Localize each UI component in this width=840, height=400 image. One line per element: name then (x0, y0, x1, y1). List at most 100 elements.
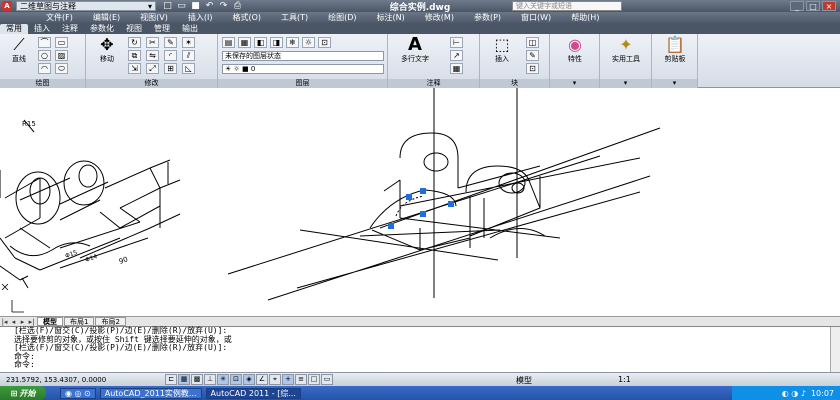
coordinates-readout[interactable]: 231.5792, 153.4307, 0.0000 (0, 376, 165, 384)
polar-icon[interactable]: ✳ (217, 374, 229, 385)
line-button[interactable]: ⟋ 直线 (4, 36, 34, 64)
grid-icon[interactable]: ▩ (191, 374, 203, 385)
explode-icon[interactable]: ✶ (182, 37, 195, 48)
infer-constraints-icon[interactable]: ⊏ (165, 374, 177, 385)
tab-annotate[interactable]: 注释 (56, 24, 84, 34)
rotate-icon[interactable]: ↻ (128, 37, 141, 48)
draw-panel-label[interactable]: 绘图 (0, 79, 85, 88)
next-tab-icon[interactable]: ▸ (18, 318, 27, 326)
selection-grips[interactable] (388, 188, 454, 229)
undo-icon[interactable]: ↶ (204, 1, 215, 11)
menu-draw[interactable]: 绘图(D) (318, 12, 366, 23)
osnap-icon[interactable]: ⊡ (230, 374, 242, 385)
edit-block-icon[interactable]: ✎ (526, 50, 539, 61)
command-scrollbar[interactable] (830, 327, 840, 373)
hatch-icon[interactable]: ▨ (55, 50, 68, 61)
layer-state-dropdown[interactable]: 未保存的图层状态 (222, 51, 384, 61)
erase-icon[interactable]: ✎ (164, 37, 177, 48)
task-button-pdf[interactable]: AutoCAD_2011实例教... (99, 387, 202, 399)
otrack-icon[interactable]: ∠ (256, 374, 268, 385)
last-tab-icon[interactable]: ▸| (27, 318, 36, 326)
search-input[interactable]: 键入关键字或短语 (512, 1, 622, 11)
clipboard-button[interactable]: 📋 剪贴板 (656, 36, 694, 64)
attribute-icon[interactable]: ⊡ (526, 63, 539, 74)
prev-tab-icon[interactable]: ◂ (9, 318, 18, 326)
copy-icon[interactable]: ⧉ (128, 50, 141, 61)
maximize-icon[interactable]: □ (806, 1, 820, 11)
3d-osnap-icon[interactable]: ◈ (243, 374, 255, 385)
menu-window[interactable]: 窗口(W) (511, 12, 561, 23)
tab-insert[interactable]: 插入 (28, 24, 56, 34)
layer-freeze-icon[interactable]: ❄ (286, 37, 299, 48)
snap-icon[interactable]: ▦ (178, 374, 190, 385)
clock[interactable]: 10:07 (811, 389, 834, 398)
save-icon[interactable]: ■ (190, 1, 201, 11)
minimize-icon[interactable]: _ (790, 1, 804, 11)
menu-dimension[interactable]: 标注(N) (367, 12, 415, 23)
annotation-scale[interactable]: 1:1 (618, 375, 631, 384)
menu-parametric[interactable]: 参数(P) (464, 12, 511, 23)
menu-insert[interactable]: 插入(I) (178, 12, 223, 23)
array-icon[interactable]: ⊞ (164, 63, 177, 74)
task-button-autocad[interactable]: AutoCAD 2011 - [综... (205, 387, 301, 399)
tab-view[interactable]: 视图 (120, 24, 148, 34)
ellipse-icon[interactable]: ⬭ (55, 63, 68, 74)
new-icon[interactable]: □ (162, 1, 173, 11)
drawing-canvas[interactable]: R15 90 Φ14 Φ15 (0, 88, 840, 316)
rectangle-icon[interactable]: ▭ (55, 37, 68, 48)
layer-dropdown[interactable]: ☀ ☼ ■ 0 (222, 64, 384, 74)
mirror-icon[interactable]: ⇋ (146, 50, 159, 61)
start-button[interactable]: ⊞ 开始 (0, 386, 46, 400)
tab-model[interactable]: 模型 (37, 317, 63, 326)
layer-off-icon[interactable]: ☼ (302, 37, 315, 48)
tray-icons[interactable]: ◐ ◑ ♪ (782, 389, 806, 398)
menu-modify[interactable]: 修改(M) (415, 12, 464, 23)
close-icon[interactable]: × (822, 1, 836, 11)
command-window[interactable]: [栏选(F)/窗交(C)/投影(P)/边(E)/删除(R)/放弃(U)]: 选择… (0, 326, 840, 373)
dyn-icon[interactable]: + (282, 374, 294, 385)
create-block-icon[interactable]: ◫ (526, 37, 539, 48)
transparency-icon[interactable]: □ (308, 374, 320, 385)
mtext-button[interactable]: A 多行文字 (394, 36, 436, 64)
open-icon[interactable]: ▭ (176, 1, 187, 11)
tab-layout2[interactable]: 布局2 (95, 317, 126, 326)
ortho-icon[interactable]: ⊥ (204, 374, 216, 385)
drawing-svg[interactable]: R15 90 Φ14 Φ15 (0, 88, 840, 316)
layers-panel-label[interactable]: 图层 (218, 79, 387, 88)
move-button[interactable]: ✥ 移动 (92, 36, 122, 64)
quicklaunch-icons[interactable]: ◉ ◎ ⊙ (60, 387, 96, 399)
lineweight-icon[interactable]: ≡ (295, 374, 307, 385)
tab-parametric[interactable]: 参数化 (84, 24, 120, 34)
utilities-button[interactable]: ✦ 实用工具 (604, 36, 648, 64)
circle-icon[interactable]: ○ (38, 50, 51, 61)
scale-icon[interactable]: ⤢ (146, 63, 159, 74)
menu-file[interactable]: 文件(F) (36, 12, 83, 23)
menu-edit[interactable]: 编辑(E) (83, 12, 130, 23)
layer-properties-icon[interactable]: ▤ (222, 37, 235, 48)
offset-icon[interactable]: ⫽ (182, 50, 195, 61)
annotation-panel-label[interactable]: 注释 (388, 79, 479, 88)
autocad-logo-icon[interactable]: A (2, 1, 12, 11)
stretch-icon[interactable]: ⇲ (128, 63, 141, 74)
model-space-label[interactable]: 模型 (516, 375, 532, 386)
insert-block-button[interactable]: ⬚ 插入 (484, 36, 520, 64)
menu-help[interactable]: 帮助(H) (561, 12, 609, 23)
properties-panel-label[interactable]: ▾ (550, 79, 599, 88)
trim-icon[interactable]: ✂ (146, 37, 159, 48)
quick-properties-icon[interactable]: ▭ (321, 374, 333, 385)
workspace-dropdown[interactable]: 二维草图与注释 ▾ (16, 1, 156, 11)
layer-state-icon[interactable]: ▦ (238, 37, 251, 48)
menu-format[interactable]: 格式(O) (222, 12, 271, 23)
modify-panel-label[interactable]: 修改 (86, 79, 217, 88)
fillet-icon[interactable]: ◜ (164, 50, 177, 61)
menu-view[interactable]: 视图(V) (130, 12, 178, 23)
plot-icon[interactable]: ⎙ (232, 1, 243, 11)
redo-icon[interactable]: ↷ (218, 1, 229, 11)
first-tab-icon[interactable]: |◂ (0, 318, 9, 326)
ducs-icon[interactable]: ⌖ (269, 374, 281, 385)
linear-dimension-icon[interactable]: ⊢ (450, 37, 463, 48)
layer-lock-icon[interactable]: ⊡ (318, 37, 331, 48)
command-input[interactable]: 命令: (14, 361, 840, 370)
polyline-icon[interactable]: ⌒ (38, 37, 51, 48)
tab-output[interactable]: 输出 (176, 24, 204, 34)
